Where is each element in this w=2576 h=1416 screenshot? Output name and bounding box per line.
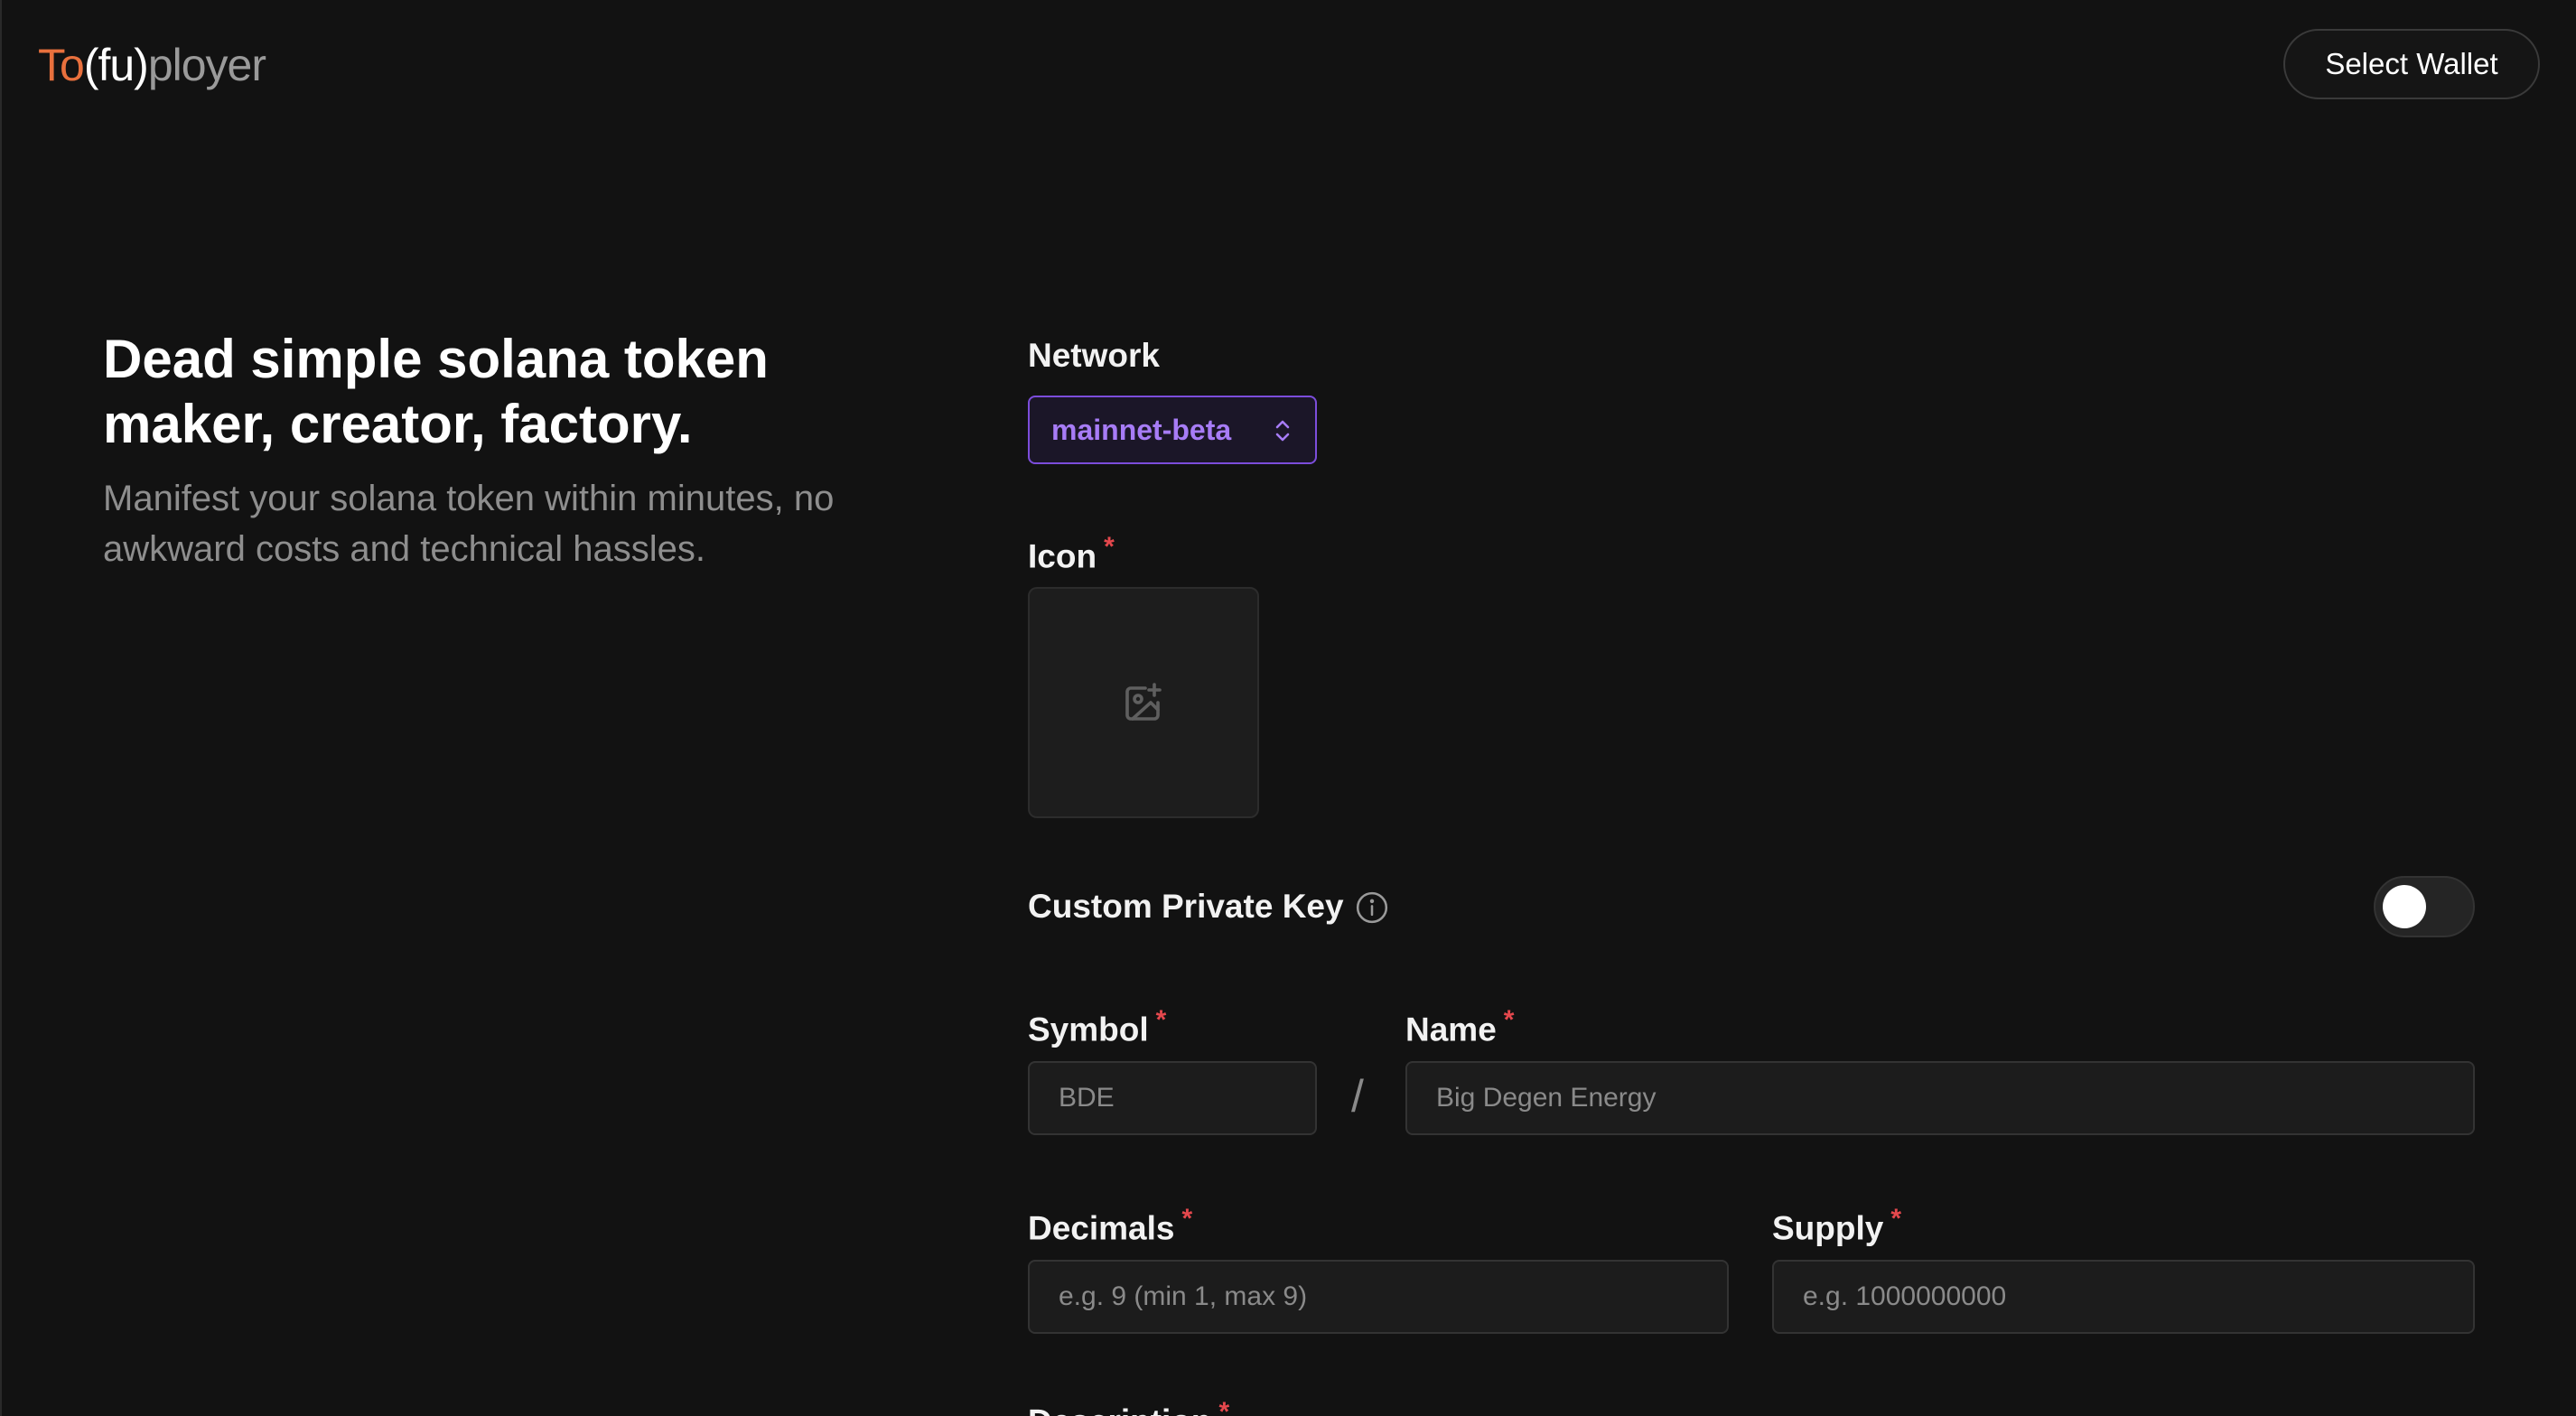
name-label: Name * [1405,999,1514,1051]
required-mark: * [1104,532,1115,562]
select-wallet-button[interactable]: Select Wallet [2283,29,2540,99]
name-label-text: Name [1405,1011,1497,1048]
image-plus-icon [1125,683,1162,721]
logo-part-fu: (fu) [83,40,149,90]
chevron-up-down-icon [1275,420,1290,442]
custom-private-key-toggle[interactable] [2374,876,2475,937]
description-label: Description * [1028,1391,1229,1416]
decimals-label: Decimals * [1028,1197,1192,1250]
custom-private-key-label-text: Custom Private Key [1028,888,1344,925]
icon-label-text: Icon [1028,537,1097,575]
network-label-text: Network [1028,337,1160,374]
custom-private-key-label: Custom Private Key [1028,885,1344,928]
network-label: Network [1028,334,1160,377]
network-select[interactable]: mainnet-beta [1028,396,1317,464]
symbol-name-separator: / [1351,1071,1364,1122]
required-mark: * [1181,1204,1193,1234]
hero-subtitle: Manifest your solana token within minute… [103,479,835,569]
network-select-value: mainnet-beta [1051,413,1232,446]
name-input[interactable] [1405,1061,2475,1135]
decimals-label-text: Decimals [1028,1209,1175,1247]
toggle-knob [2383,885,2426,928]
required-mark: * [1503,1005,1515,1035]
icon-upload-dropzone[interactable] [1028,587,1259,818]
symbol-label-text: Symbol [1028,1011,1149,1048]
app-page: To(fu)ployer Select Wallet Dead simple s… [0,0,2576,1416]
required-mark: * [1890,1204,1902,1234]
hero-title: Dead simple solana token maker, creator,… [103,329,769,454]
info-icon[interactable] [1355,890,1389,925]
symbol-input[interactable] [1028,1061,1317,1135]
icon-label: Icon * [1028,526,1115,578]
supply-input[interactable] [1772,1260,2475,1334]
supply-label-text: Supply [1772,1209,1884,1247]
logo[interactable]: To(fu)ployer [38,36,266,94]
supply-label: Supply * [1772,1197,1901,1250]
logo-part-ployer: ployer [147,40,266,90]
decimals-input[interactable] [1028,1260,1729,1334]
required-mark: * [1155,1005,1167,1035]
logo-part-to: To [38,40,85,90]
symbol-label: Symbol * [1028,999,1166,1051]
required-mark: * [1218,1397,1230,1416]
description-label-text: Description [1028,1402,1212,1416]
